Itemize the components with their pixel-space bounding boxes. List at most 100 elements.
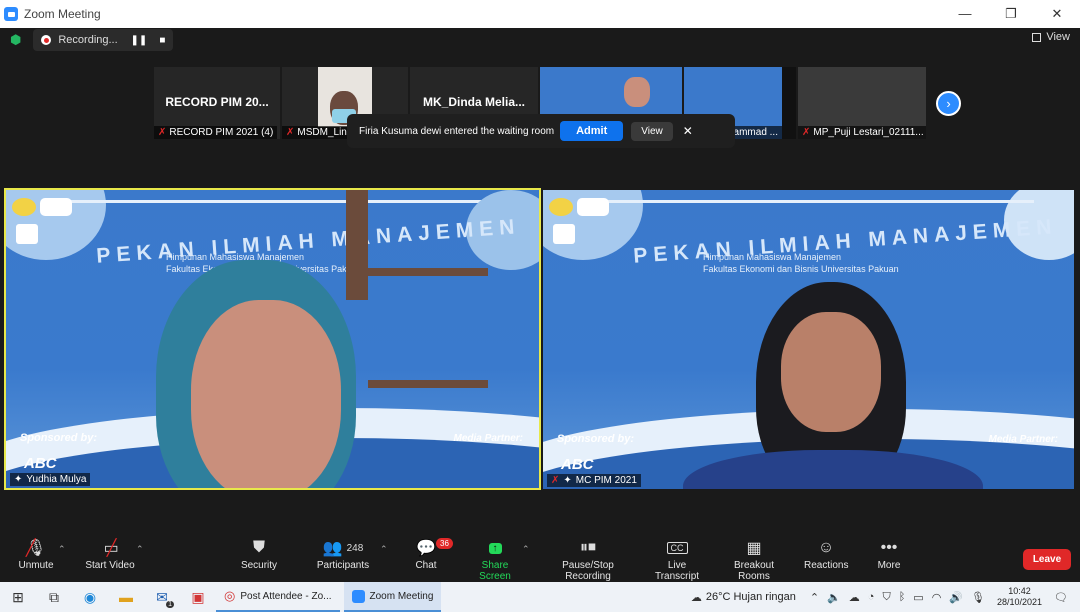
windows-taskbar: ⊞ ⧉ ◉ ▬ ✉ 1 ▣ ◎ Post Attendee - Zo... Zoo… (0, 582, 1080, 612)
restore-button[interactable]: ❐ (988, 0, 1034, 28)
bookshelf (368, 268, 488, 276)
reactions-label: Reactions (804, 560, 849, 571)
more-label: More (877, 560, 901, 571)
participant-thumb[interactable]: RECORD PIM 20... ✗ RECORD PIM 2021 (4) (154, 67, 280, 139)
mic-muted-icon: ✗ (802, 127, 811, 138)
chat-label: Chat (415, 560, 437, 571)
zoom-icon (351, 589, 365, 603)
taskbar-chrome-task[interactable]: ◎ Post Attendee - Zo... (216, 582, 340, 612)
windows-start-icon[interactable]: ⊞ (0, 582, 36, 612)
share-screen-button[interactable]: ↑ Share Screen (466, 536, 524, 582)
security-button[interactable]: ⛊ Security (238, 536, 280, 571)
battery-icon[interactable]: ▭ (913, 591, 923, 604)
unmute-label: Unmute (18, 560, 54, 571)
pause-stop-recording-button[interactable]: ⏸⏹ Pause/Stop Recording (540, 536, 636, 582)
video-tile-active-speaker[interactable]: PEKAN ILMIAH MANAJEMEN Himpunan Mahasisw… (4, 188, 541, 490)
folder-icon[interactable]: ▬ (108, 582, 144, 612)
more-button[interactable]: ••• More (872, 536, 906, 571)
notification-icon[interactable]: 🗨 (1054, 591, 1068, 604)
background-shape (583, 200, 1034, 203)
pin-icon: ✦ (563, 475, 572, 486)
pause-recording-icon[interactable]: ❚❚ (131, 35, 148, 46)
waiting-room-notification: Firia Kusuma dewi entered the waiting ro… (347, 114, 735, 148)
logos (12, 198, 72, 216)
mic-muted-icon: 🎙 ╱ (25, 540, 47, 557)
recording-label: Recording... (58, 34, 118, 46)
cloud-icon[interactable]: ☁ (849, 591, 860, 604)
mail-icon[interactable]: ✉ 1 (144, 582, 180, 612)
chevron-up-icon[interactable]: ⌃ (380, 544, 388, 555)
thumb-name-large: RECORD PIM 20... (165, 95, 269, 109)
participant-thumb[interactable]: ✗ MP_Puji Lestari_02111... (798, 67, 926, 139)
participants-icon: 👥 248 (322, 540, 364, 557)
breakout-rooms-button[interactable]: ▦ Breakout Rooms (718, 536, 790, 582)
view-label: View (1046, 31, 1070, 43)
mail-badge: 1 (166, 601, 174, 608)
wifi-icon[interactable]: ◠ (932, 591, 942, 604)
chat-button[interactable]: 💬 36 Chat (410, 536, 453, 571)
participants-label: Participants (316, 560, 370, 571)
gift-icon[interactable]: ▣ (180, 582, 216, 612)
sponsor-logo: ABC (561, 456, 594, 473)
start-video-button[interactable]: ▭ ╱ Start Video (82, 536, 138, 571)
chevron-up-icon[interactable]: ⌃ (810, 591, 819, 604)
window-controls: — ❐ ✕ (942, 0, 1080, 28)
leave-button[interactable]: Leave (1023, 549, 1071, 570)
speaker-icon[interactable]: 🔊 (949, 591, 963, 604)
weather-text[interactable]: 26°C Hujan ringan (706, 591, 796, 603)
mic-icon[interactable]: 🎙 (971, 591, 985, 604)
more-icon: ••• (880, 539, 898, 556)
participant-face (191, 300, 341, 488)
clock-time: 10:42 (1008, 586, 1031, 596)
background-shape (46, 200, 499, 203)
taskbar-zoom-task[interactable]: Zoom Meeting (343, 582, 442, 612)
live-transcript-button[interactable]: CC Live Transcript (646, 536, 708, 582)
task-label: Post Attendee - Zo... (240, 590, 332, 602)
breakout-rooms-icon: ▦ (746, 540, 762, 557)
shield-icon[interactable]: ⛉ (882, 591, 890, 604)
title-bar: Zoom Meeting — ❐ ✕ (0, 0, 1080, 28)
admit-button[interactable]: Admit (560, 121, 624, 141)
view-waiting-room-button[interactable]: View (631, 121, 673, 141)
grid-view-icon (1032, 32, 1042, 42)
close-window-button[interactable]: ✕ (1034, 0, 1080, 28)
weather-icon[interactable]: ☁ (691, 591, 702, 604)
pause-stop-icon: ⏸⏹ (579, 539, 596, 556)
participant-nametag: ✦ Yudhia Mulya (10, 473, 91, 486)
unmute-button[interactable]: 🎙 ╱ Unmute (14, 536, 58, 571)
thumb-name-large: MK_Dinda Melia... (422, 95, 526, 109)
start-video-label: Start Video (85, 560, 135, 571)
chevron-right-icon[interactable]: › (936, 91, 961, 116)
chat-badge: 36 (436, 538, 453, 549)
volume-icon[interactable]: 🔈 (827, 591, 841, 604)
logo-icon (553, 224, 575, 244)
chevron-up-icon[interactable]: ⌃ (522, 544, 530, 555)
recording-indicator: Recording... ❚❚ ■ (33, 29, 174, 51)
pin-icon: ✦ (14, 474, 23, 485)
window-title: Zoom Meeting (24, 7, 101, 21)
chevron-up-icon[interactable]: ⌃ (58, 544, 66, 555)
close-icon[interactable]: ✕ (683, 124, 693, 138)
participant-face (781, 312, 881, 432)
bluetooth-icon[interactable]: ᛒ (899, 591, 906, 603)
clock[interactable]: 10:42 28/10/2021 (997, 586, 1042, 608)
minimize-button[interactable]: — (942, 0, 988, 28)
network-icon[interactable]: ◔ (868, 591, 875, 603)
mic-muted-icon: ✗ (158, 127, 167, 138)
edge-icon[interactable]: ◉ (72, 582, 108, 612)
view-button[interactable]: View (1032, 31, 1070, 43)
chevron-up-icon[interactable]: ⌃ (136, 544, 144, 555)
video-tile[interactable]: PEKAN ILMIAH MANAJEMEN Himpunan Mahasisw… (543, 190, 1074, 489)
share-screen-label: Share Screen (479, 560, 511, 582)
sponsor-label: Sponsored by: (557, 433, 635, 445)
task-view-icon[interactable]: ⧉ (36, 582, 72, 612)
participants-button[interactable]: 👥 248 Participants (314, 536, 372, 571)
chrome-icon: ◎ (224, 588, 236, 603)
sponsor-logo: ABC (24, 455, 57, 472)
reactions-button[interactable]: ☺ Reactions (804, 536, 848, 571)
shield-icon[interactable]: ⬢ (10, 32, 21, 48)
security-label: Security (240, 560, 278, 571)
cc-icon: CC (646, 536, 708, 560)
sponsor-label: Sponsored by: (20, 432, 98, 444)
stop-recording-icon[interactable]: ■ (159, 35, 165, 46)
